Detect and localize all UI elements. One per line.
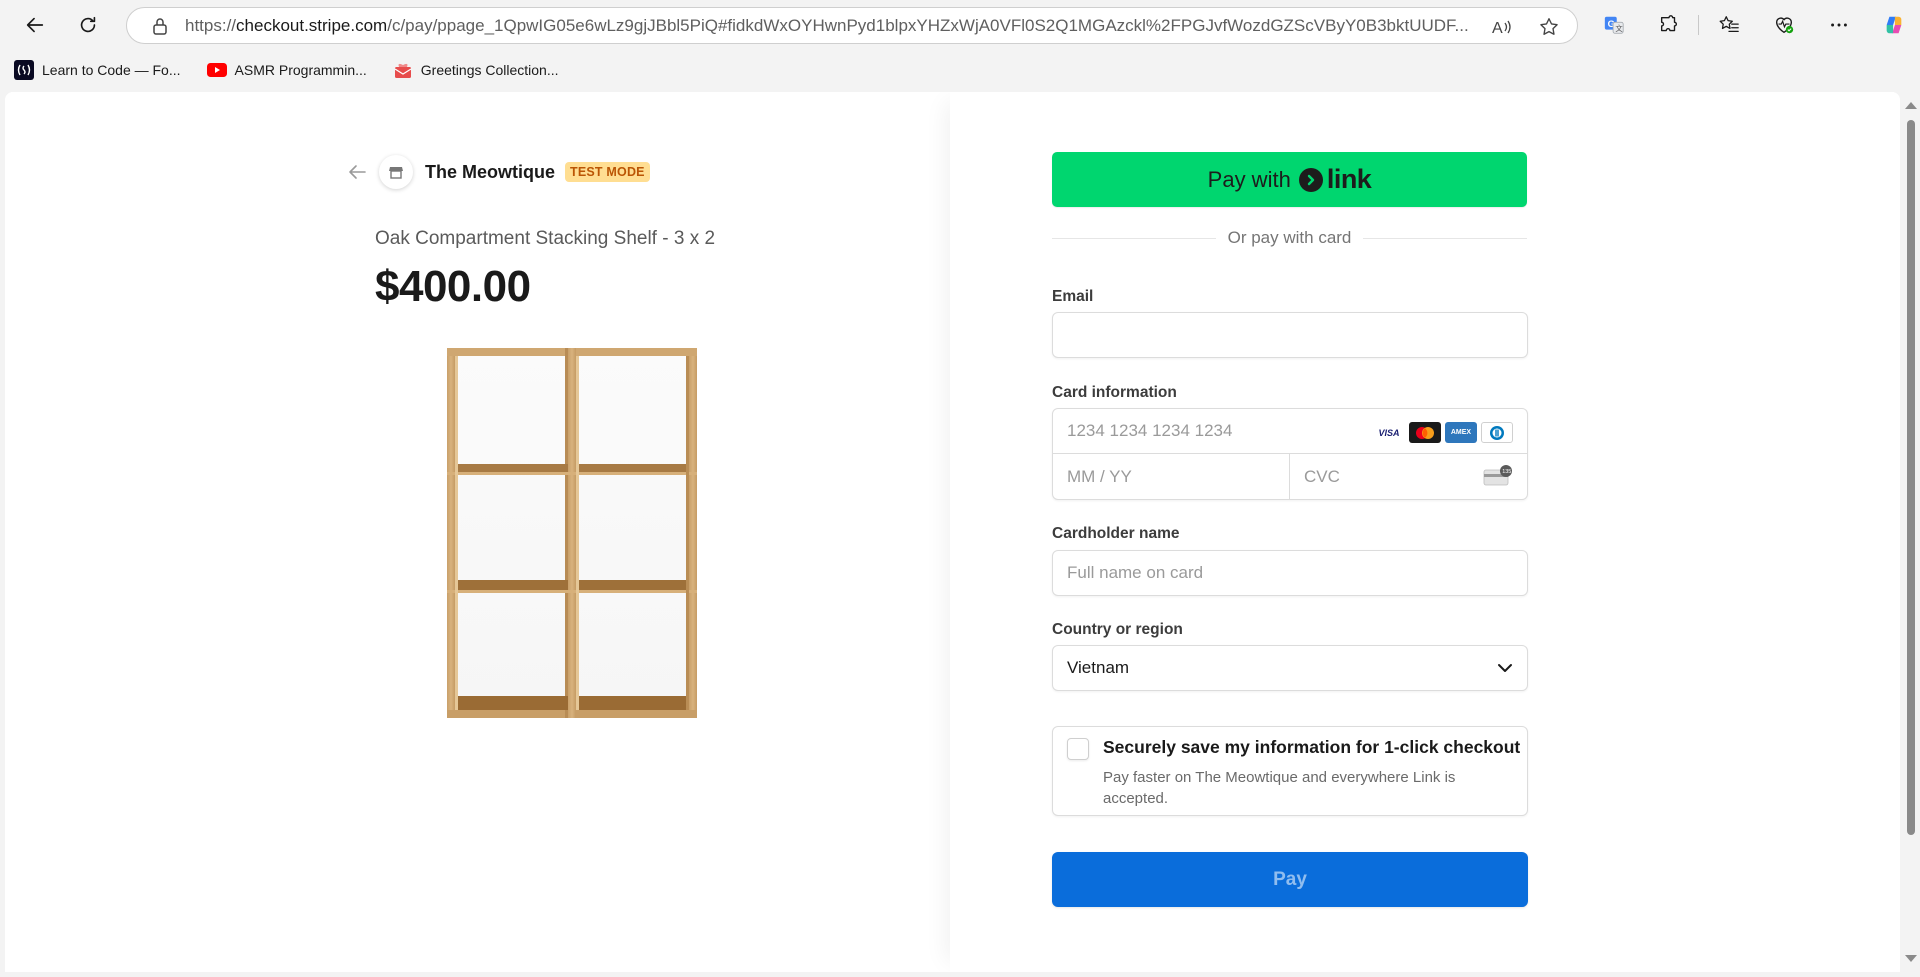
divider-line (1052, 237, 1216, 239)
email-field[interactable] (1052, 312, 1528, 358)
browser-toolbar: https://checkout.stripe.com/c/pay/ppage_… (0, 0, 1920, 50)
visa-icon: VISA (1373, 422, 1405, 443)
card-information-group: 1234 1234 1234 1234 VISA AMEX MM / YY CV… (1052, 408, 1528, 500)
bookmark-asmr-programming[interactable]: ASMR Programmin... (206, 60, 367, 80)
read-aloud-icon[interactable]: A (1490, 15, 1514, 39)
save-info-description: Pay faster on The Meowtique and everywhe… (1103, 769, 1456, 807)
chevron-down-icon (1495, 658, 1515, 683)
address-bar[interactable]: https://checkout.stripe.com/c/pay/ppage_… (126, 7, 1578, 44)
page-scrollbar[interactable] (1900, 92, 1920, 977)
pay-button[interactable]: Pay (1052, 852, 1528, 907)
url-text[interactable]: https://checkout.stripe.com/c/pay/ppage_… (185, 16, 1485, 36)
translate-icon[interactable]: G文 (1596, 7, 1632, 43)
bookmark-label: Learn to Code — Fo... (42, 62, 181, 78)
bookmark-freecodecamp[interactable]: Learn to Code — Fo... (14, 60, 181, 80)
country-select[interactable]: Vietnam (1052, 645, 1528, 691)
page-viewport: The Meowtique TEST MODE Oak Compartment … (5, 92, 1900, 972)
back-icon[interactable] (17, 7, 53, 43)
product-name: Oak Compartment Stacking Shelf - 3 x 2 (375, 228, 716, 249)
cvc-card-icon: 135 (1483, 465, 1513, 492)
cvc-placeholder: CVC (1304, 467, 1340, 486)
payment-pane: Pay with link Or pay with card Email Car… (950, 92, 1900, 972)
link-brand-text: link (1326, 164, 1372, 194)
bookmark-label: ASMR Programmin... (234, 62, 367, 78)
save-info-checkbox[interactable] (1067, 738, 1089, 760)
product-image (435, 348, 745, 718)
card-number-placeholder: 1234 1234 1234 1234 (1067, 421, 1233, 440)
card-number-field[interactable]: 1234 1234 1234 1234 VISA AMEX (1053, 409, 1527, 454)
card-brand-logos: VISA AMEX (1369, 422, 1513, 443)
country-value: Vietnam (1067, 658, 1130, 677)
store-icon (379, 155, 413, 189)
youtube-icon (206, 60, 227, 80)
product-price: $400.00 (375, 262, 531, 311)
svg-text:文: 文 (1615, 24, 1623, 33)
cardholder-placeholder: Full name on card (1067, 563, 1204, 582)
link-button-label: Pay with (1207, 166, 1291, 192)
amex-icon: AMEX (1445, 422, 1477, 443)
save-info-title: Securely save my information for 1-click… (1103, 737, 1521, 757)
bookmark-label: Greetings Collection... (420, 62, 559, 78)
more-options-icon[interactable] (1821, 7, 1857, 43)
divider-text: Or pay with card (1227, 228, 1352, 247)
pay-with-link-button[interactable]: Pay with link (1052, 152, 1527, 207)
card-information-label: Card information (1052, 384, 1177, 401)
toolbar-divider (1698, 15, 1699, 35)
favorite-star-icon[interactable] (1537, 15, 1561, 39)
scrollbar-thumb[interactable] (1907, 120, 1915, 835)
diners-club-icon (1481, 422, 1513, 443)
mastercard-icon (1409, 422, 1441, 443)
merchant-name: The Meowtique (425, 161, 555, 182)
greetings-icon (393, 60, 413, 80)
divider-line (1363, 237, 1528, 239)
merchant-header: The Meowtique TEST MODE (345, 152, 650, 192)
browser-essentials-icon[interactable] (1766, 7, 1802, 43)
scroll-down-icon[interactable] (1905, 955, 1917, 962)
refresh-icon[interactable] (70, 7, 106, 43)
card-expiry-cvc-row: MM / YY CVC 135 (1053, 454, 1527, 500)
or-pay-with-card-divider: Or pay with card (1052, 226, 1528, 250)
email-label: Email (1052, 288, 1094, 305)
cvc-badge-text: 135 (1502, 469, 1511, 475)
link-logo: link (1298, 164, 1372, 195)
extensions-icon[interactable] (1651, 7, 1687, 43)
link-arrow-icon (1298, 167, 1323, 192)
expiry-field[interactable]: MM / YY (1053, 454, 1290, 500)
freecodecamp-icon (14, 60, 34, 80)
copilot-icon[interactable] (1876, 7, 1912, 43)
country-label: Country or region (1052, 621, 1183, 638)
pay-button-label: Pay (1273, 868, 1307, 890)
favorites-icon[interactable] (1711, 7, 1747, 43)
save-info-option: Securely save my information for 1-click… (1052, 726, 1528, 816)
order-summary-pane: The Meowtique TEST MODE Oak Compartment … (5, 92, 950, 972)
bookmark-greetings-collection[interactable]: Greetings Collection... (393, 60, 559, 80)
expiry-placeholder: MM / YY (1067, 467, 1132, 486)
lock-icon[interactable] (149, 15, 171, 37)
cardholder-name-label: Cardholder name (1052, 525, 1180, 542)
cvc-field[interactable]: CVC 135 (1290, 454, 1527, 500)
cardholder-name-field[interactable]: Full name on card (1052, 550, 1528, 596)
test-mode-badge: TEST MODE (565, 162, 650, 182)
back-arrow-icon[interactable] (345, 160, 369, 184)
bookmarks-bar: Learn to Code — Fo... ASMR Programmin...… (0, 50, 1920, 90)
scroll-up-icon[interactable] (1905, 102, 1917, 109)
svg-text:A: A (1492, 20, 1503, 37)
